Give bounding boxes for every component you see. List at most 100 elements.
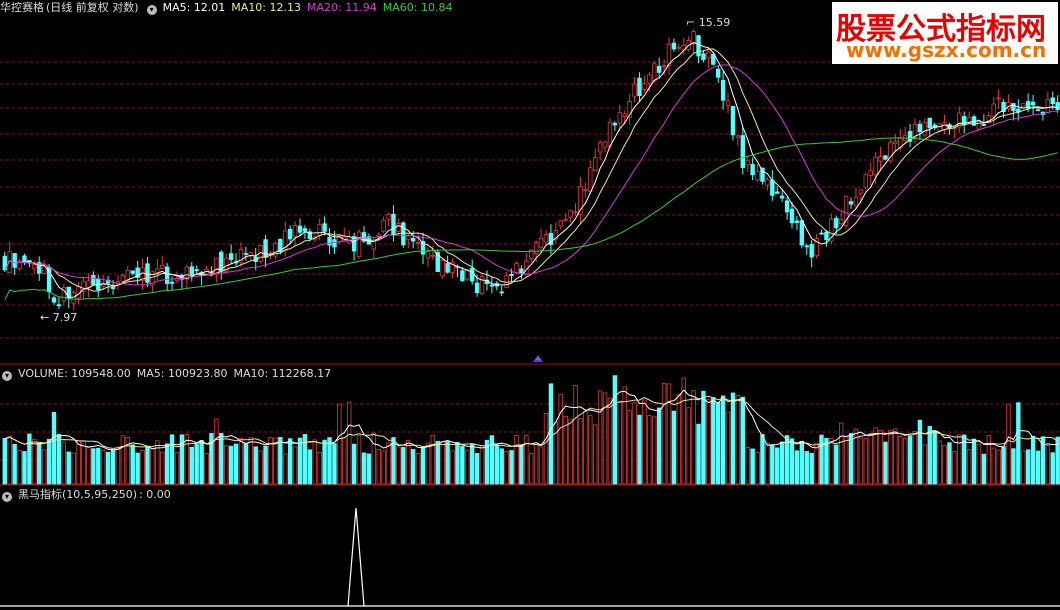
volume-bar [51,411,57,485]
volume-bar [376,449,381,485]
candle-body [297,225,303,233]
candle-body [91,274,96,286]
volume-bar [81,440,86,485]
volume-bar [834,444,839,485]
volume-bar [381,450,386,485]
volume-bar [804,451,809,485]
volume-bar [1030,435,1036,485]
volume-bar [593,424,598,485]
volume-bar [524,434,529,485]
candle-body [671,42,677,50]
volume-bar [248,437,253,485]
volume-bar [1001,446,1006,485]
volume-bar [66,451,71,485]
candle-body [474,282,480,294]
volume-bar [898,436,903,485]
volume-bar [519,444,524,485]
volume-bar [287,438,293,485]
candle-body [469,267,475,282]
candle-body [568,210,573,218]
candle-body [110,287,116,290]
candle-body [824,231,829,241]
volume-bar [460,445,465,485]
candle-body [858,189,864,194]
volume-bar [716,402,721,485]
volume-bar [878,429,883,485]
volume-bar [258,450,263,485]
volume-bar [469,443,475,485]
volume-bar [337,403,342,485]
settings-dropdown-icon[interactable]: ▾ [146,5,157,15]
indicator-name: 黑马指标(10,5,95,250) [18,488,138,501]
main-panel-header: 华控赛格 (日线 前复权 对数) ▾ MA5: 12.01 MA10: 12.13 MA2… [0,0,458,16]
volume-bar [278,436,283,485]
volume-bar [799,440,805,485]
volume-bar [435,440,440,485]
candle-body [893,141,898,144]
volume-bar [848,433,854,485]
ma5-readout: MA5: 12.01 [162,1,226,14]
candle-body [573,211,578,214]
candle-body [779,195,785,199]
volume-bar [189,446,194,485]
candle-body [863,174,868,189]
ma10-readout: MA10: 12.13 [231,1,302,14]
candle-body [322,223,327,232]
volume-bar [219,432,224,485]
stock-chart[interactable] [0,0,1060,610]
candle-body [287,228,293,240]
volume-bar [479,445,485,485]
candle-body [765,179,770,186]
volume-bar [775,447,780,485]
candle-body [804,245,809,248]
candle-body [120,275,126,282]
candle-body [716,68,721,78]
candle-body [12,253,17,268]
volume-bar [740,396,745,485]
volume-bar [612,375,618,485]
candle-body [381,219,386,232]
candle-body [676,46,682,49]
volume-bar [37,442,42,485]
volume-bar [509,450,514,485]
indicator-dropdown-icon[interactable]: ▾ [2,492,12,502]
candle-body [740,135,745,168]
volume-bar [46,438,52,485]
volume-bar [406,439,411,485]
volume-bar [32,438,37,485]
candle-body [164,266,170,284]
volume-bar [735,395,741,485]
volume-bar [966,449,972,485]
candle-body [819,232,824,235]
candle-body [701,53,706,61]
candle-body [656,65,662,73]
candle-body [647,74,652,84]
volume-bar [445,441,450,485]
volume-bar [455,442,460,485]
candle-body [56,304,62,307]
volume-bar [145,445,150,485]
volume-dropdown-icon[interactable]: ▾ [2,371,12,381]
volume-bar [597,390,603,485]
candle-body [730,105,736,136]
volume-bar [17,449,22,485]
volume-bar [671,410,677,485]
volume-bar [76,440,81,485]
candle-body [853,196,859,207]
volume-bar [686,407,691,485]
volume-bar [12,443,17,485]
watermark-logo: 股票公式指标网 www.gszx.com.cn [832,2,1058,64]
candle-body [440,260,445,277]
candle-body [991,103,996,117]
volume-bar [863,438,868,485]
candle-body [981,124,987,126]
volume-bar [474,453,480,485]
candle-body [430,254,436,257]
volume-bar [430,434,436,485]
volume-bar [7,435,12,485]
candle-body [160,264,165,269]
volume-bar [661,382,667,485]
volume-bar [971,438,977,485]
volume-bar [617,402,622,485]
candle-body [696,35,701,57]
